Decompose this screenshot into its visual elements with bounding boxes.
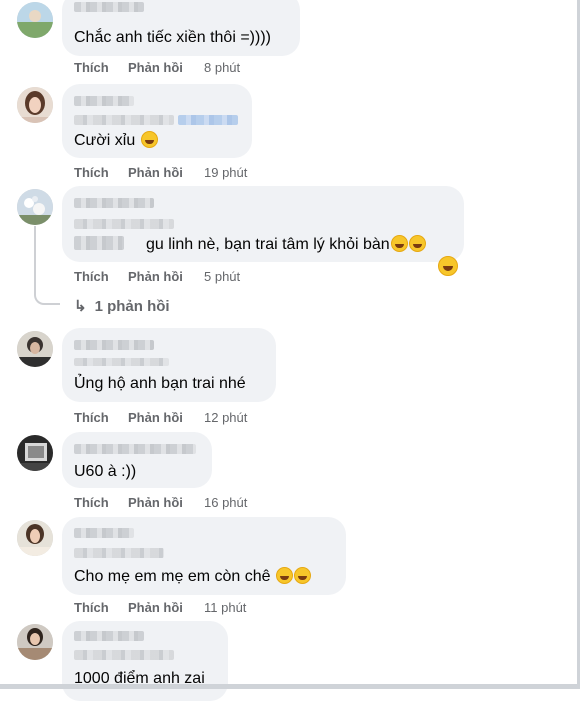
like-button[interactable]: Thích <box>74 269 109 285</box>
comment-bubble: U60 à :)) <box>62 432 212 488</box>
comment-bubble: gu linh nè, bạn trai tâm lý khỏi bàn <box>62 186 464 262</box>
commenter-badge-blurred <box>74 115 174 125</box>
reply-button[interactable]: Phản hồi <box>128 600 183 616</box>
reply-button[interactable]: Phản hồi <box>128 165 183 181</box>
comment-text-content: Cho mẹ em mẹ em còn chê <box>74 568 271 585</box>
commenter-avatar[interactable] <box>17 189 53 225</box>
comment-bubble: Ủng hộ anh bạn trai nhé <box>62 328 276 402</box>
commenter-name-blurred[interactable] <box>74 96 134 106</box>
commenter-mention-blurred <box>74 219 174 229</box>
commenter-name-blurred[interactable] <box>74 528 134 538</box>
rofl-emoji-icon <box>293 567 311 584</box>
reply-button[interactable]: Phản hồi <box>128 269 183 285</box>
rofl-emoji-icon <box>390 235 408 252</box>
commenter-avatar[interactable] <box>17 624 53 660</box>
rofl-emoji-icon <box>275 567 293 584</box>
reply-thread-line <box>34 226 60 305</box>
like-button[interactable]: Thích <box>74 495 109 511</box>
comment-timestamp[interactable]: 5 phút <box>204 269 240 285</box>
view-replies-link[interactable]: ↳ 1 phản hồi <box>74 297 170 315</box>
like-button[interactable]: Thích <box>74 600 109 616</box>
commenter-avatar[interactable] <box>17 331 53 367</box>
laughing-emoji-icon <box>438 256 458 276</box>
mentioned-name-blurred[interactable] <box>74 236 124 250</box>
comment-text: Cười xỉu <box>74 131 158 151</box>
comment-text: U60 à :)) <box>74 463 137 480</box>
comment-text: Cho mẹ em mẹ em còn chê <box>74 567 311 587</box>
comment-bubble: Cười xỉu <box>62 84 252 158</box>
comment-timestamp[interactable]: 8 phút <box>204 60 240 76</box>
comment-bubble: Chắc anh tiếc xiền thôi =)))) <box>62 0 300 56</box>
commenter-label-blurred <box>178 115 238 125</box>
comment-bubble: 1000 điểm anh zai <box>62 621 228 701</box>
like-button[interactable]: Thích <box>74 165 109 181</box>
comment-text-content: Cười xỉu <box>74 132 136 149</box>
reply-button[interactable]: Phản hồi <box>128 495 183 511</box>
reply-arrow-icon: ↳ <box>74 298 87 315</box>
like-button[interactable]: Thích <box>74 60 109 76</box>
reply-button[interactable]: Phản hồi <box>128 60 183 76</box>
like-button[interactable]: Thích <box>74 410 109 426</box>
commenter-name-blurred[interactable] <box>74 2 144 12</box>
commenter-name-blurred[interactable] <box>74 198 154 208</box>
commenter-subtitle-blurred <box>74 650 174 660</box>
window-edge <box>0 684 580 689</box>
commenter-name-blurred[interactable] <box>74 340 154 350</box>
grinning-emoji-icon <box>140 131 158 148</box>
comment-timestamp[interactable]: 12 phút <box>204 410 247 426</box>
commenter-avatar[interactable] <box>17 520 53 556</box>
comment-text: gu linh nè, bạn trai tâm lý khỏi bàn <box>146 235 426 255</box>
commenter-name-blurred[interactable] <box>74 444 196 454</box>
comment-timestamp[interactable]: 11 phút <box>204 600 246 616</box>
commenter-name-blurred[interactable] <box>74 631 144 641</box>
comment-text-content: gu linh nè, bạn trai tâm lý khỏi bàn <box>146 236 390 253</box>
rofl-emoji-icon <box>408 235 426 252</box>
view-replies-label: 1 phản hồi <box>94 298 170 315</box>
commenter-subtitle-blurred <box>74 358 169 366</box>
comment-timestamp[interactable]: 16 phút <box>204 495 247 511</box>
comment-text: Ủng hộ anh bạn trai nhé <box>74 375 246 392</box>
comment-timestamp[interactable]: 19 phút <box>204 165 247 181</box>
commenter-avatar[interactable] <box>17 87 53 123</box>
commenter-avatar[interactable] <box>17 435 53 471</box>
commenter-mention-blurred <box>74 548 164 558</box>
comment-text: Chắc anh tiếc xiền thôi =)))) <box>74 29 271 46</box>
reply-button[interactable]: Phản hồi <box>128 410 183 426</box>
commenter-avatar[interactable] <box>17 2 53 38</box>
comment-bubble: Cho mẹ em mẹ em còn chê <box>62 517 346 595</box>
